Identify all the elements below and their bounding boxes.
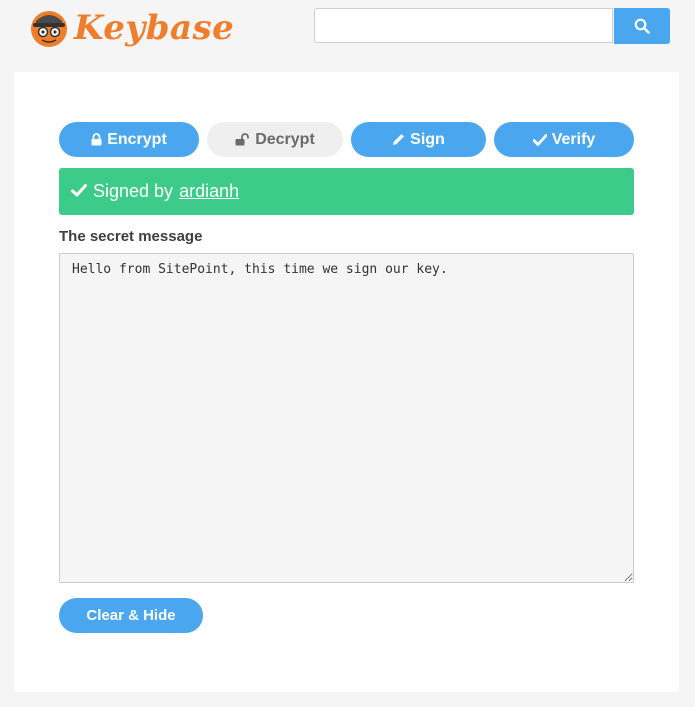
alert-prefix: Signed by xyxy=(93,181,174,201)
message-label: The secret message xyxy=(59,228,203,245)
main-panel: Encrypt Decrypt Sign Verify Signed by ar… xyxy=(14,72,679,692)
keybase-mascot-icon xyxy=(31,11,67,47)
pencil-icon xyxy=(392,133,405,146)
top-header: Keybase xyxy=(0,0,695,56)
logo-text: Keybase xyxy=(74,8,235,48)
tab-decrypt[interactable]: Decrypt xyxy=(207,122,343,157)
tab-sign-label: Sign xyxy=(410,130,445,148)
signature-alert: Signed by ardianh xyxy=(59,168,634,215)
tab-verify-label: Verify xyxy=(551,130,596,148)
check-icon xyxy=(71,181,87,202)
search-button[interactable] xyxy=(614,8,670,44)
clear-hide-button[interactable]: Clear & Hide xyxy=(59,598,203,633)
unlock-icon xyxy=(235,133,250,146)
tab-encrypt-label: Encrypt xyxy=(107,130,167,148)
tab-decrypt-label: Decrypt xyxy=(255,130,315,148)
message-textarea[interactable]: Hello from SitePoint, this time we sign … xyxy=(59,253,634,583)
mode-tabs: Encrypt Decrypt Sign Verify xyxy=(59,122,634,157)
keybase-logo[interactable]: Keybase xyxy=(28,6,234,50)
check-icon xyxy=(532,133,547,146)
tab-verify[interactable]: Verify xyxy=(494,122,634,157)
search-icon xyxy=(634,18,650,34)
signer-username-link[interactable]: ardianh xyxy=(179,181,239,202)
lock-icon xyxy=(91,133,102,146)
tab-sign[interactable]: Sign xyxy=(351,122,486,157)
tab-encrypt[interactable]: Encrypt xyxy=(59,122,199,157)
search-input[interactable] xyxy=(314,8,613,43)
